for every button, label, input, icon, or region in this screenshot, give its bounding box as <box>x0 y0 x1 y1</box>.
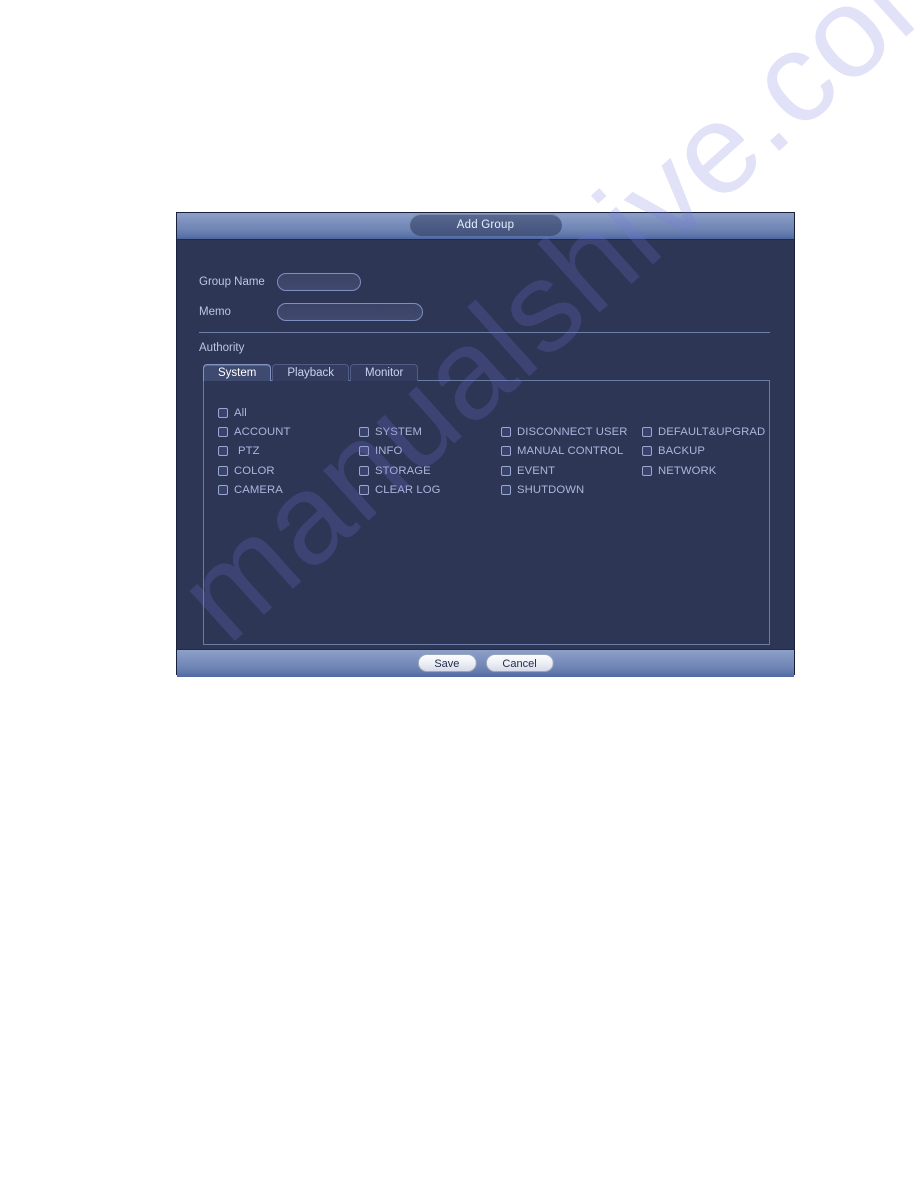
checkbox-icon[interactable] <box>359 427 369 438</box>
checkbox-label: MANUAL CONTROL <box>517 445 624 458</box>
permission-column-3: DISCONNECT USER MANUAL CONTROL EVENT SHU… <box>501 422 628 500</box>
group-name-input[interactable] <box>277 273 361 291</box>
add-group-dialog: Add Group Group Name Memo Authority Syst… <box>176 212 795 677</box>
footer-button-group: Save Cancel <box>417 654 554 672</box>
dialog-body: Group Name Memo Authority System Playbac… <box>177 240 794 649</box>
checkbox-row-disconnect-user[interactable]: DISCONNECT USER <box>501 422 628 441</box>
permission-panel: All ACCOUNT PTZ COLOR CAMERA SYSTEM INFO… <box>203 380 770 645</box>
tab-system[interactable]: System <box>203 364 272 381</box>
group-form: Group Name Memo <box>177 240 794 322</box>
checkbox-icon[interactable] <box>218 407 228 418</box>
checkbox-label: INFO <box>375 445 403 458</box>
authority-tabstrip: System Playback Monitor <box>203 363 794 381</box>
checkbox-row-backup[interactable]: BACKUP <box>642 442 765 461</box>
checkbox-label: CLEAR LOG <box>375 484 441 497</box>
checkbox-label: STORAGE <box>375 464 431 477</box>
checkbox-label: SYSTEM <box>375 426 423 439</box>
checkbox-label: DEFAULT&UPGRAD <box>658 426 766 439</box>
checkbox-icon[interactable] <box>359 446 369 457</box>
checkbox-row-info[interactable]: INFO <box>359 442 441 461</box>
checkbox-row-network[interactable]: NETWORK <box>642 461 765 480</box>
checkbox-row-account[interactable]: ACCOUNT <box>218 422 291 441</box>
checkbox-label: COLOR <box>234 464 275 477</box>
checkbox-row-manual-control[interactable]: MANUAL CONTROL <box>501 442 628 461</box>
checkbox-label: BACKUP <box>658 445 706 458</box>
checkbox-label: SHUTDOWN <box>517 484 585 497</box>
permission-column-1: All ACCOUNT PTZ COLOR CAMERA <box>218 403 291 500</box>
checkbox-row-clear-log[interactable]: CLEAR LOG <box>359 481 441 500</box>
memo-input[interactable] <box>277 303 423 321</box>
dialog-title: Add Group <box>409 214 562 236</box>
checkbox-row-event[interactable]: EVENT <box>501 461 628 480</box>
checkbox-icon[interactable] <box>501 427 511 438</box>
permission-column-4: DEFAULT&UPGRAD BACKUP NETWORK <box>642 422 765 480</box>
checkbox-icon[interactable] <box>218 427 228 438</box>
checkbox-icon[interactable] <box>501 465 511 476</box>
checkbox-icon[interactable] <box>218 465 228 476</box>
group-name-label: Group Name <box>199 276 265 288</box>
checkbox-row-storage[interactable]: STORAGE <box>359 461 441 480</box>
checkbox-label: ACCOUNT <box>234 426 291 439</box>
checkbox-icon[interactable] <box>501 485 511 496</box>
checkbox-label: EVENT <box>517 464 556 477</box>
checkbox-label: PTZ <box>238 445 260 458</box>
checkbox-icon[interactable] <box>359 465 369 476</box>
group-name-row: Group Name <box>199 272 794 292</box>
checkbox-row-camera[interactable]: CAMERA <box>218 481 291 500</box>
memo-label: Memo <box>199 306 231 318</box>
checkbox-row-shutdown[interactable]: SHUTDOWN <box>501 481 628 500</box>
checkbox-icon[interactable] <box>218 485 228 496</box>
checkbox-label: NETWORK <box>658 464 717 477</box>
checkbox-icon[interactable] <box>642 446 652 457</box>
checkbox-label: CAMERA <box>234 484 283 497</box>
authority-section-label: Authority <box>199 342 245 354</box>
checkbox-row-default-upgrade[interactable]: DEFAULT&UPGRAD <box>642 422 765 441</box>
checkbox-label: All <box>234 406 247 419</box>
checkbox-icon[interactable] <box>359 485 369 496</box>
checkbox-row-color[interactable]: COLOR <box>218 461 291 480</box>
dialog-titlebar: Add Group <box>177 213 794 240</box>
checkbox-icon[interactable] <box>501 446 511 457</box>
checkbox-row-ptz[interactable]: PTZ <box>218 442 291 461</box>
checkbox-icon[interactable] <box>218 446 228 457</box>
checkbox-row-system[interactable]: SYSTEM <box>359 422 441 441</box>
checkbox-label: DISCONNECT USER <box>517 426 628 439</box>
permission-column-2: SYSTEM INFO STORAGE CLEAR LOG <box>359 422 441 500</box>
cancel-button[interactable]: Cancel <box>485 654 554 672</box>
tab-playback[interactable]: Playback <box>272 364 350 381</box>
save-button[interactable]: Save <box>417 654 477 672</box>
checkbox-icon[interactable] <box>642 427 652 438</box>
dialog-footer: Save Cancel <box>177 649 794 677</box>
permission-grid: All ACCOUNT PTZ COLOR CAMERA SYSTEM INFO… <box>204 381 769 496</box>
checkbox-icon[interactable] <box>642 465 652 476</box>
memo-row: Memo <box>199 302 794 322</box>
checkbox-row-all[interactable]: All <box>218 403 291 422</box>
tab-monitor[interactable]: Monitor <box>350 364 419 381</box>
